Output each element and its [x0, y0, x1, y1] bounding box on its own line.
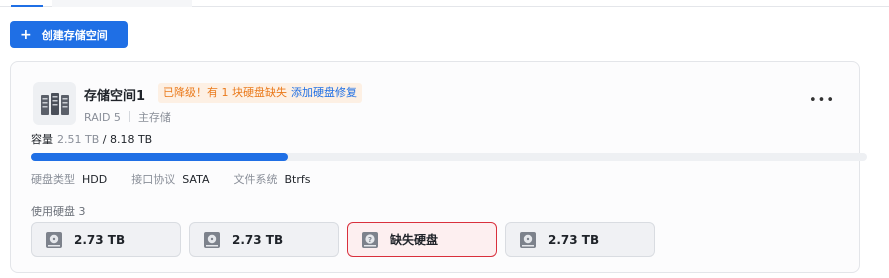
storage-pool-icon: [33, 82, 76, 125]
create-storage-pool-label: 创建存储空间: [41, 28, 108, 42]
disk-card-missing[interactable]: ? 缺失硬盘: [347, 222, 497, 257]
add-disk-repair-link[interactable]: 添加硬盘修复: [291, 86, 357, 99]
pool-subtitle: RAID 5 主存储: [84, 109, 171, 125]
capacity-used: 2.51 TB: [57, 133, 100, 146]
tab-inactive[interactable]: [52, 0, 192, 7]
capacity-row: 容量 2.51 TB / 8.18 TB: [31, 131, 152, 147]
missing-disk-label: 缺失硬盘: [390, 233, 439, 247]
disk-card-1[interactable]: 2.73 TB: [31, 222, 181, 257]
capacity-progress-bar: [31, 153, 867, 161]
tab-bar: [0, 0, 889, 7]
more-options-icon[interactable]: •••: [809, 93, 835, 108]
disk-card-2[interactable]: 2.73 TB: [189, 222, 339, 257]
tab-active-indicator[interactable]: [11, 5, 43, 7]
filesystem-value: Btrfs: [284, 173, 311, 186]
storage-pool-card: 存储空间1 已降级！有 1 块硬盘缺失 添加硬盘修复 RAID 5 主存储 ••• …: [10, 61, 867, 273]
capacity-label: 容量: [31, 133, 53, 146]
storage-pool-name: 存储空间1: [84, 89, 146, 104]
disk-type-value: HDD: [82, 173, 108, 186]
missing-drive-icon: ?: [362, 231, 378, 248]
pool-role: 主存储: [137, 111, 171, 124]
interface-value: SATA: [182, 173, 210, 186]
divider: [128, 111, 130, 122]
capacity-progress-fill: [31, 153, 288, 161]
interface-label: 接口协议: [131, 173, 176, 186]
pool-properties: 硬盘类型 HDD 接口协议 SATA 文件系统 Btrfs: [31, 171, 334, 187]
raid-level: RAID 5: [84, 111, 121, 124]
hard-drive-icon: [520, 231, 536, 248]
disk-card-4[interactable]: 2.73 TB: [505, 222, 655, 257]
disk-capacity: 2.73 TB: [74, 232, 126, 247]
hard-drive-icon: [46, 231, 62, 248]
used-disks-label: 使用硬盘 3: [31, 205, 86, 218]
capacity-total: / 8.18 TB: [102, 133, 153, 146]
hard-drive-icon: [204, 231, 220, 248]
degraded-warning-text: 已降级！有 1 块硬盘缺失: [163, 86, 287, 99]
plus-icon: +: [20, 26, 32, 43]
degraded-status-badge: 已降级！有 1 块硬盘缺失 添加硬盘修复: [158, 83, 362, 103]
disk-type-label: 硬盘类型: [31, 173, 75, 186]
svg-text:?: ?: [368, 236, 372, 244]
disk-capacity: 2.73 TB: [548, 232, 600, 247]
create-storage-pool-button[interactable]: + 创建存储空间: [10, 21, 128, 48]
filesystem-label: 文件系统: [233, 173, 278, 186]
disk-capacity: 2.73 TB: [232, 232, 284, 247]
